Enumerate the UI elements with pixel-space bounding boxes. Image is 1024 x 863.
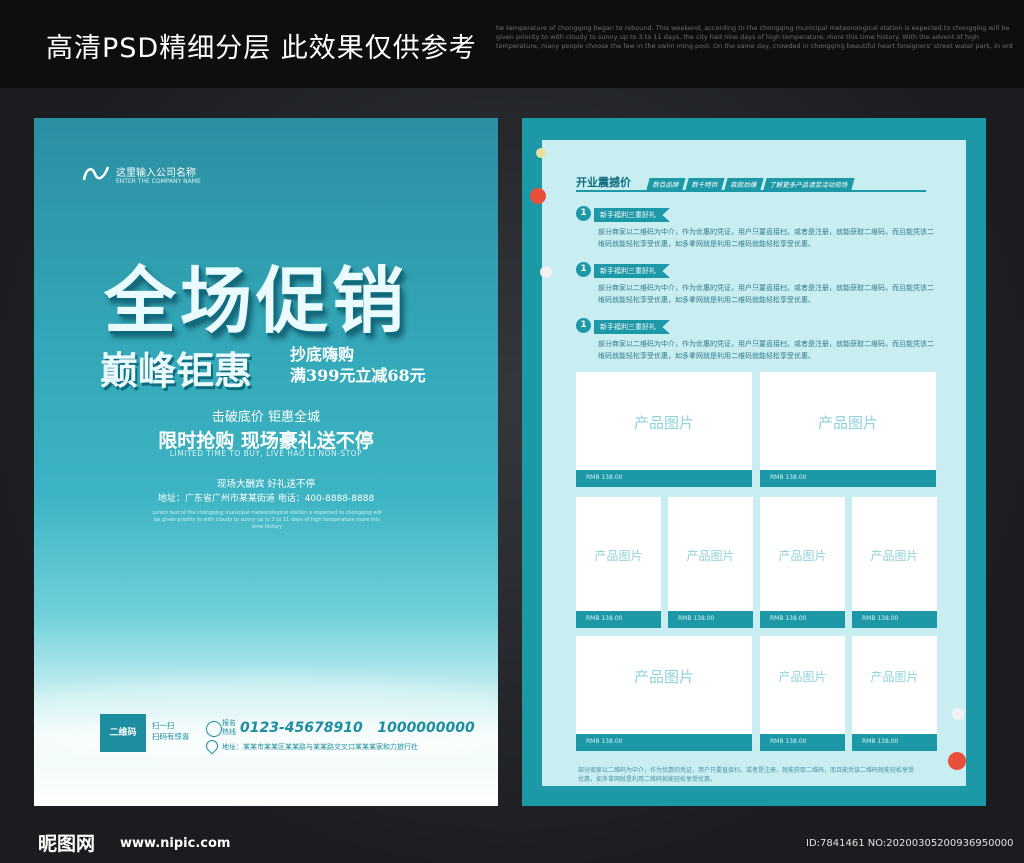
balloon-icon xyxy=(952,708,964,720)
promo-block: 抄底嗨购 满399元立减68元 xyxy=(290,344,426,386)
product-card: 产品图片 RMB 138.00 xyxy=(576,372,752,487)
price-bar: RMB 138.00 xyxy=(852,611,937,628)
price-text: RMB 138.00 xyxy=(770,474,807,481)
product-label: 产品图片 xyxy=(870,549,919,563)
tag-2: 数千特供 xyxy=(685,178,725,190)
phone-icon xyxy=(206,721,222,737)
slogan-en: LIMITED TIME TO BUY, LIVE HAO LI NON-STO… xyxy=(169,449,363,458)
scan-line-1: 扫一扫 xyxy=(152,721,175,730)
logo-icon xyxy=(82,166,110,181)
watermark-logo: 昵图网 xyxy=(38,833,96,855)
price-text: RMB 138.00 xyxy=(586,615,623,622)
product-card: 产品图片 RMB 138.00 xyxy=(852,636,937,751)
company-name-en: ENTER THE COMPANY NAME xyxy=(116,178,201,185)
section-divider xyxy=(576,190,926,192)
phone-2: 1000000000 xyxy=(377,720,475,736)
product-card: 产品图片 RMB 138.00 xyxy=(760,636,845,751)
price-text: RMB 138.00 xyxy=(678,615,715,622)
item-number: 1 xyxy=(576,262,591,277)
top-banner: 高清PSD精细分层 此效果仅供参考 he temperature of chon… xyxy=(0,0,1024,88)
product-label: 产品图片 xyxy=(633,414,694,432)
price-bar: RMB 138.00 xyxy=(852,734,937,751)
price-text: RMB 138.00 xyxy=(586,474,623,481)
price-text: RMB 138.00 xyxy=(586,738,623,745)
product-label: 产品图片 xyxy=(817,414,878,432)
subtitle: 巅峰钜惠 xyxy=(100,348,253,393)
footer-address-text: 地址：某某市某某区某某路与某某路交叉口某某某家和力旅行社 xyxy=(222,743,418,751)
watermark-url: www.nipic.com xyxy=(120,836,231,851)
product-label: 产品图片 xyxy=(778,670,827,684)
hotline-label: 报名 热线 xyxy=(222,719,236,737)
product-card: 产品图片 RMB 138.00 xyxy=(668,497,753,628)
hotline-label-2: 热线 xyxy=(222,728,236,736)
product-label: 产品图片 xyxy=(870,670,919,684)
price-text: RMB 138.00 xyxy=(862,738,899,745)
footer-note: 部分商家以二维码为中介，作为优惠的凭证，用户只要直接扫，或者是注册，就能获取二维… xyxy=(578,767,915,783)
right-inner-panel: 开业震撼价 数百品牌 数千特供 款款劲爆 了解更多产品请至活动现场 1 新手福利三重好… xyxy=(542,140,966,786)
item-ribbon: 新手福利三重好礼 xyxy=(594,264,670,278)
footer-address: 地址：某某市某某区某某路与某某路交叉口某某某家和力旅行社 xyxy=(206,742,418,752)
slogan-1: 击破底价 钜惠全城 xyxy=(211,410,321,425)
address-line: 地址：广东省广州市某某街道 电话：400-8888-8888 xyxy=(157,494,375,504)
tag-row: 数百品牌 数千特供 款款劲爆 了解更多产品请至活动现场 xyxy=(646,172,856,191)
product-card: 产品图片 RMB 138.00 xyxy=(576,497,661,628)
hotline-label-1: 报名 xyxy=(222,719,236,727)
product-card: 产品图片 RMB 138.00 xyxy=(852,497,937,628)
product-label: 产品图片 xyxy=(633,668,694,686)
event-line: 现场大酬宾 好礼送不停 xyxy=(216,479,316,490)
product-label: 产品图片 xyxy=(594,549,643,563)
right-poster: 开业震撼价 数百品牌 数千特供 款款劲爆 了解更多产品请至活动现场 1 新手福利三重好… xyxy=(522,118,986,806)
phone-numbers: 0123-45678910 1000000000 xyxy=(240,720,475,736)
scan-text: 扫一扫 扫码有惊喜 xyxy=(152,720,190,742)
section-title: 开业震撼价 xyxy=(576,176,631,189)
tag-1: 数百品牌 xyxy=(646,178,686,190)
balloon-icon xyxy=(540,266,552,278)
product-card: 产品图片 RMB 138.00 xyxy=(760,497,845,628)
item-desc: 部分商家以二维码为中介，作为优惠的凭证，用户只要直接扫，或者是注册，就能获取二维… xyxy=(598,228,934,248)
item-number: 1 xyxy=(576,206,591,221)
item-desc: 部分商家以二维码为中介，作为优惠的凭证，用户只要直接扫，或者是注册，就能获取二维… xyxy=(598,340,934,360)
balloon-icon xyxy=(948,752,966,770)
product-label: 产品图片 xyxy=(686,549,735,563)
fine-print: Lorem text of the chongqing municipal me… xyxy=(152,510,382,530)
price-bar: RMB 138.00 xyxy=(760,470,936,487)
watermark-id: ID:7841461 NO:20200305200936950000 xyxy=(806,838,1014,849)
banner-title: 高清PSD精细分层 此效果仅供参考 xyxy=(46,33,477,64)
left-poster: 这里输入公司名称 ENTER THE COMPANY NAME 全场促销 巅峰钜… xyxy=(34,118,498,806)
promo-line-2: 满399元立减68元 xyxy=(290,366,426,385)
product-card: 产品图片 RMB 138.00 xyxy=(576,636,752,751)
tag-4: 了解更多产品请至活动现场 xyxy=(763,178,855,190)
item-ribbon: 新手福利三重好礼 xyxy=(594,320,670,334)
balloon-icon xyxy=(530,188,546,204)
product-card: 产品图片 RMB 138.00 xyxy=(760,372,936,487)
price-text: RMB 138.00 xyxy=(770,738,807,745)
price-bar: RMB 138.00 xyxy=(668,611,753,628)
balloon-icon xyxy=(536,148,546,158)
price-bar: RMB 138.00 xyxy=(576,470,752,487)
product-label: 产品图片 xyxy=(778,549,827,563)
main-title: 全场促销 xyxy=(104,258,409,343)
price-bar: RMB 138.00 xyxy=(576,611,661,628)
company-name: 这里输入公司名称 xyxy=(116,168,196,179)
scan-line-2: 扫码有惊喜 xyxy=(152,732,190,741)
item-number: 1 xyxy=(576,318,591,333)
phone-1: 0123-45678910 xyxy=(240,720,363,736)
item-ribbon: 新手福利三重好礼 xyxy=(594,208,670,222)
price-bar: RMB 138.00 xyxy=(760,611,845,628)
banner-english-text: he temperature of chongqing began to reb… xyxy=(496,24,1013,50)
price-text: RMB 138.00 xyxy=(770,615,807,622)
qr-code-box: 二维码 xyxy=(100,714,146,752)
price-bar: RMB 138.00 xyxy=(576,734,752,751)
price-bar: RMB 138.00 xyxy=(760,734,845,751)
item-desc: 部分商家以二维码为中介，作为优惠的凭证，用户只要直接扫，或者是注册，就能获取二维… xyxy=(598,284,934,304)
tag-3: 款款劲爆 xyxy=(724,178,764,190)
promo-line-1: 抄底嗨购 xyxy=(290,345,355,364)
price-text: RMB 138.00 xyxy=(862,615,899,622)
